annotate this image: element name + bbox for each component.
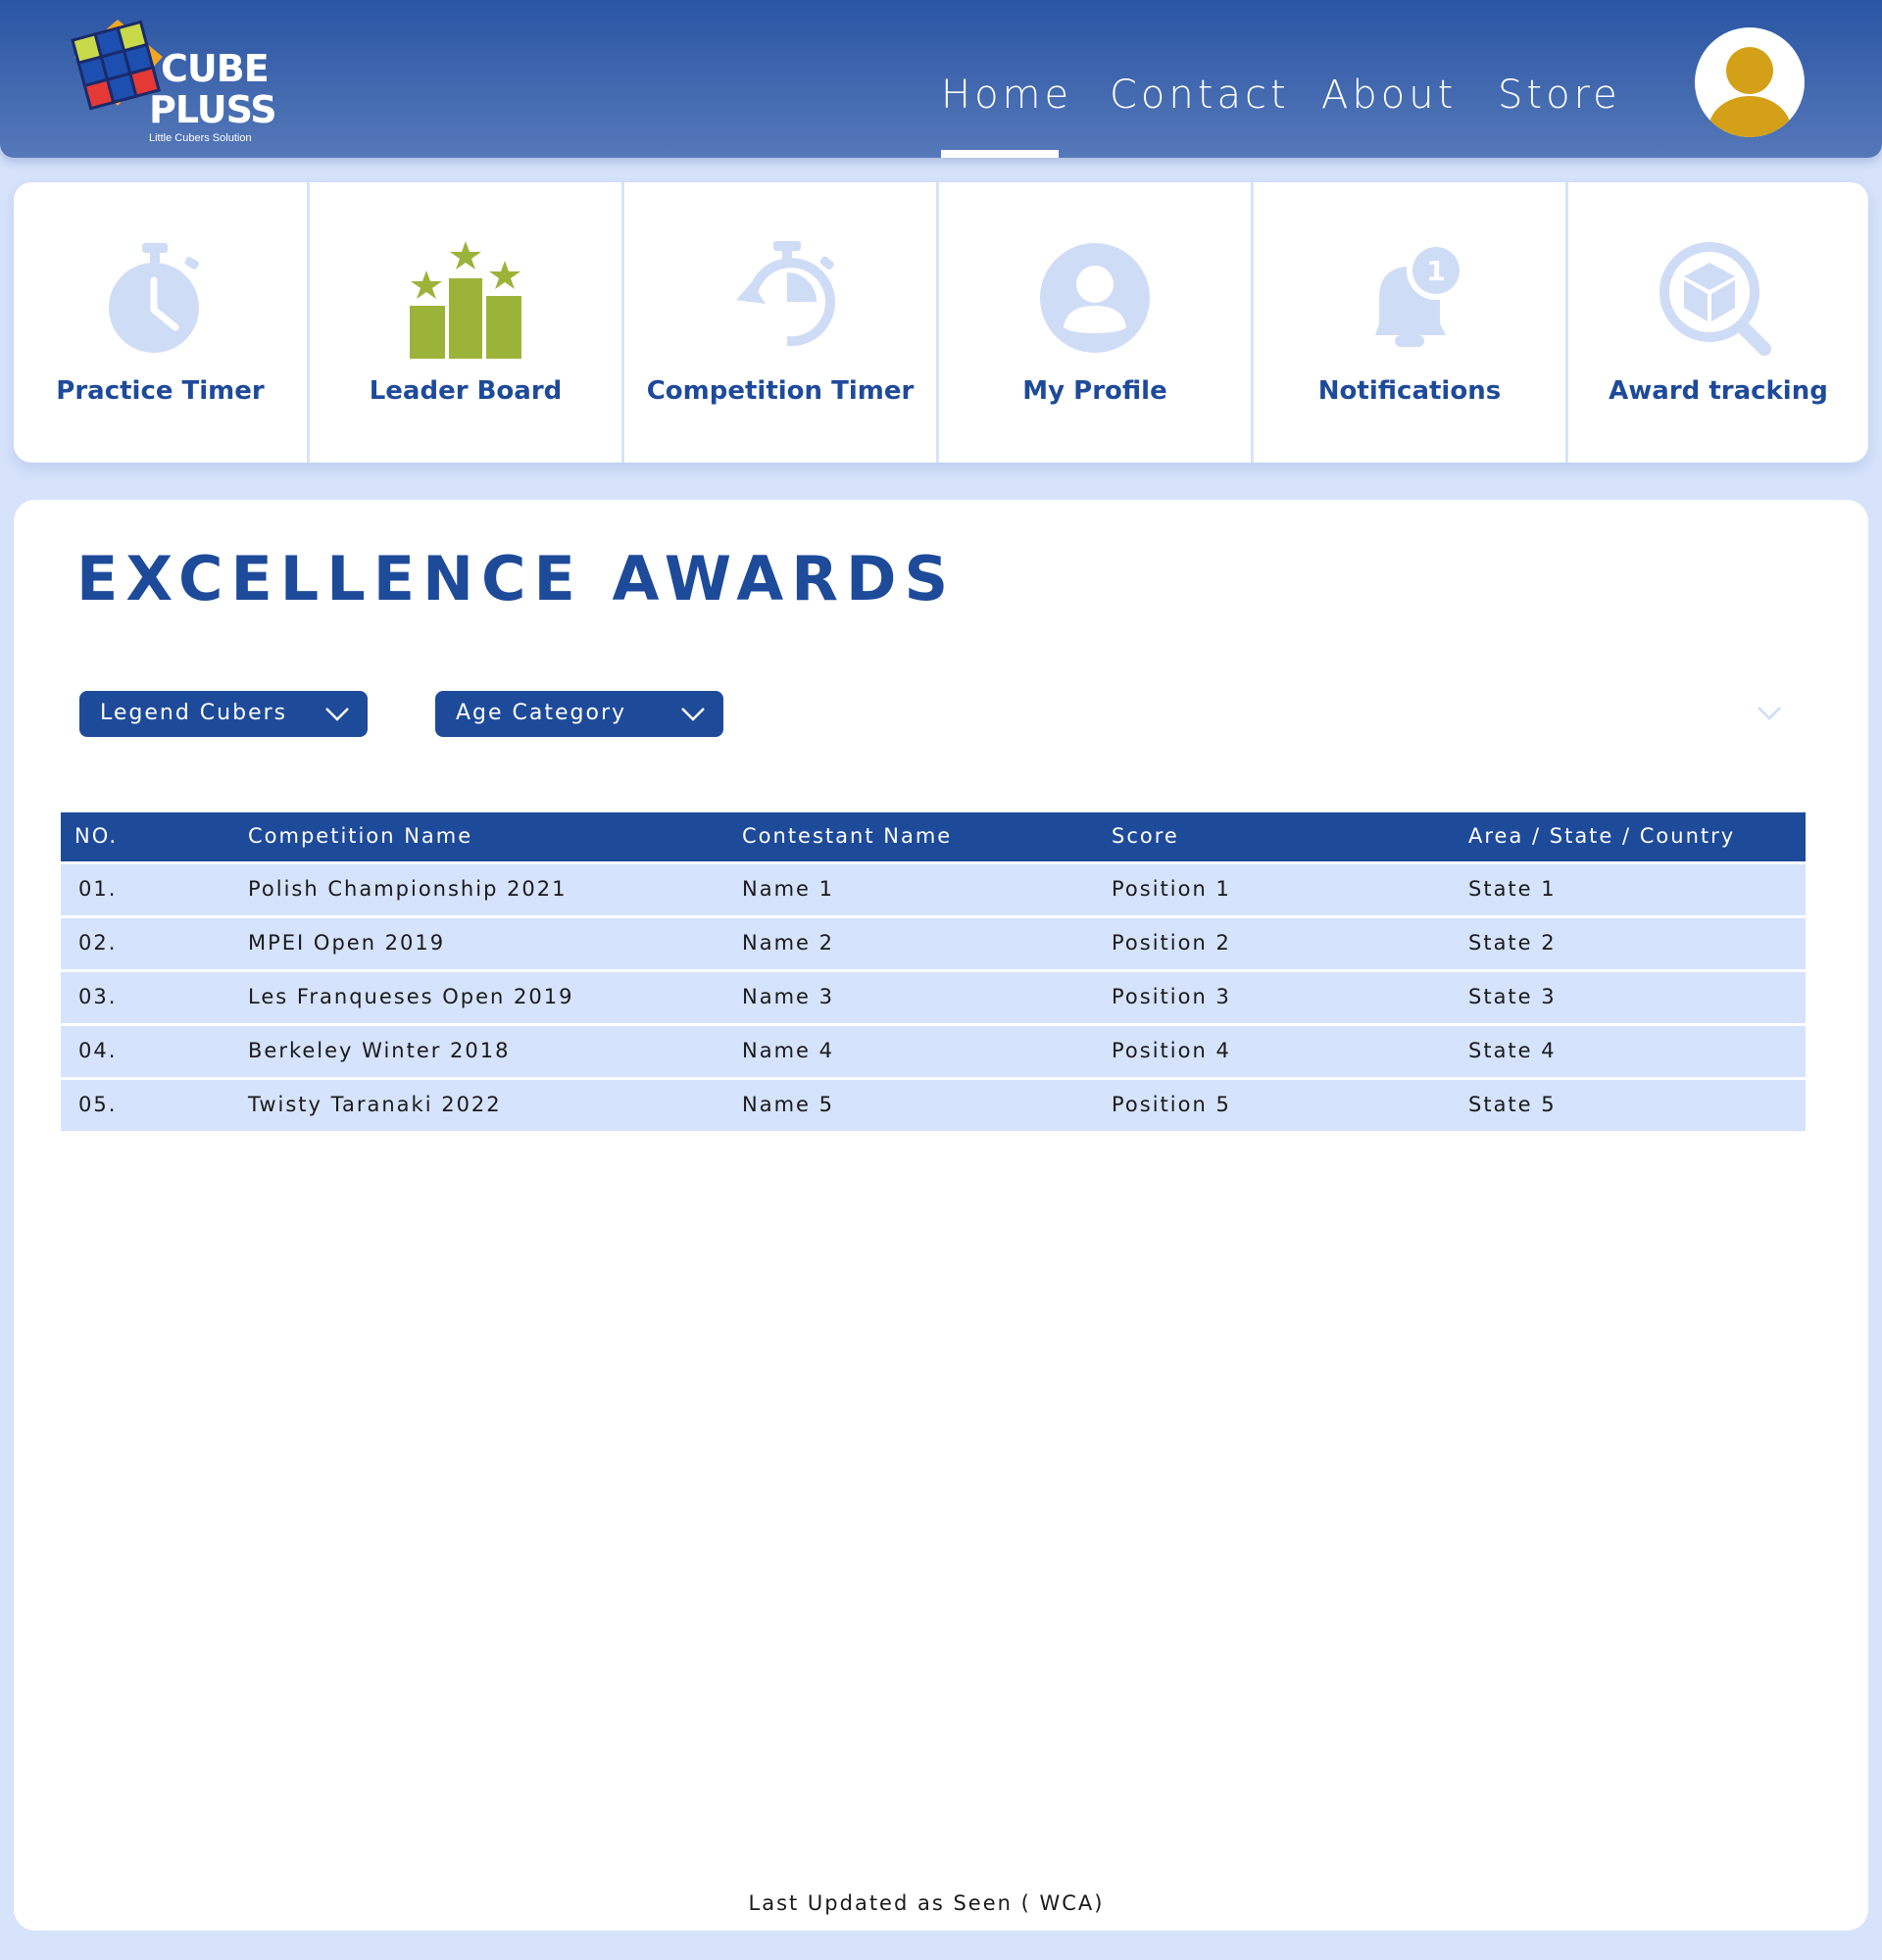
chevron-down-icon[interactable] — [1757, 704, 1782, 723]
column-header-contestant[interactable]: Contestant Name — [742, 824, 952, 848]
dropdown-label: Legend Cubers — [100, 701, 288, 725]
feature-label: Notifications — [1317, 376, 1502, 406]
age-category-dropdown[interactable]: Age Category — [435, 691, 723, 737]
cell-contestant: Name 3 — [742, 985, 834, 1008]
svg-text:1: 1 — [1426, 255, 1445, 287]
nav-active-indicator — [941, 150, 1059, 158]
dropdown-label: Age Category — [456, 701, 627, 725]
nav-about[interactable]: About — [1321, 73, 1457, 118]
cell-no: 01. — [78, 877, 118, 901]
profile-icon — [1031, 237, 1159, 365]
cell-score: Position 3 — [1112, 985, 1231, 1008]
cell-no: 02. — [78, 931, 118, 955]
cell-contestant: Name 4 — [742, 1039, 834, 1062]
feature-leader-board[interactable]: Leader Board — [310, 182, 624, 463]
cell-score: Position 1 — [1112, 877, 1231, 901]
cell-competition: Les Franqueses Open 2019 — [248, 985, 574, 1008]
cell-competition: Berkeley Winter 2018 — [248, 1039, 511, 1062]
user-avatar-icon[interactable] — [1695, 27, 1805, 137]
last-updated-note: Last Updated as Seen ( WCA) — [748, 1891, 1105, 1915]
column-header-score[interactable]: Score — [1112, 824, 1179, 848]
cell-area: State 5 — [1468, 1093, 1557, 1116]
feature-label: Competition Timer — [646, 376, 915, 406]
cell-competition: Polish Championship 2021 — [248, 877, 568, 901]
feature-label: Award tracking — [1609, 376, 1828, 406]
awards-table: NO. Competition Name Contestant Name Sco… — [61, 812, 1806, 1131]
podium-stars-icon — [402, 237, 529, 365]
legend-cubers-dropdown[interactable]: Legend Cubers — [79, 691, 368, 737]
feature-competition-timer[interactable]: Competition Timer — [624, 182, 939, 463]
feature-label: Leader Board — [369, 376, 563, 406]
nav-contact[interactable]: Contact — [1110, 73, 1290, 118]
cell-area: State 1 — [1468, 877, 1557, 901]
timer-reset-icon — [722, 237, 850, 365]
cell-score: Position 2 — [1112, 931, 1231, 955]
cell-no: 05. — [78, 1093, 118, 1116]
cell-contestant: Name 5 — [742, 1093, 834, 1116]
column-header-competition[interactable]: Competition Name — [248, 824, 472, 848]
nav-home[interactable]: Home — [941, 73, 1072, 118]
table-row[interactable]: 04. Berkeley Winter 2018 Name 4 Position… — [61, 1026, 1806, 1077]
feature-label: Practice Timer — [56, 376, 265, 406]
table-row[interactable]: 01. Polish Championship 2021 Name 1 Posi… — [61, 864, 1806, 915]
cell-area: State 3 — [1468, 985, 1557, 1008]
cell-score: Position 5 — [1112, 1093, 1231, 1116]
cell-area: State 4 — [1468, 1039, 1557, 1062]
awards-panel: EXCELLENCE AWARDS Legend Cubers Age Cate… — [14, 500, 1868, 1931]
table-header-row: NO. Competition Name Contestant Name Sco… — [61, 812, 1806, 861]
cell-no: 03. — [78, 985, 118, 1008]
page-title: EXCELLENCE AWARDS — [76, 543, 957, 614]
table-row[interactable]: 02. MPEI Open 2019 Name 2 Position 2 Sta… — [61, 918, 1806, 969]
logo-text-pluss: PLUSS — [149, 88, 277, 131]
chevron-down-icon — [680, 705, 706, 724]
feature-practice-timer[interactable]: Practice Timer — [14, 182, 310, 463]
nav-store[interactable]: Store — [1498, 73, 1621, 118]
cell-no: 04. — [78, 1039, 118, 1062]
feature-my-profile[interactable]: My Profile — [939, 182, 1254, 463]
cell-contestant: Name 2 — [742, 931, 834, 955]
cell-competition: MPEI Open 2019 — [248, 931, 446, 955]
cube-search-icon — [1655, 237, 1782, 365]
chevron-down-icon — [324, 705, 350, 724]
column-header-area[interactable]: Area / State / Country — [1468, 824, 1735, 848]
table-row[interactable]: 03. Les Franqueses Open 2019 Name 3 Posi… — [61, 972, 1806, 1023]
feature-notifications[interactable]: 1 Notifications — [1254, 182, 1568, 463]
cell-area: State 2 — [1468, 931, 1557, 955]
feature-nav-bar: Practice Timer Leader Board Competition … — [14, 182, 1868, 463]
top-header: CUBE PLUSS Little Cubers Solution Home C… — [0, 0, 1882, 158]
table-row[interactable]: 05. Twisty Taranaki 2022 Name 5 Position… — [61, 1080, 1806, 1131]
cell-competition: Twisty Taranaki 2022 — [248, 1093, 502, 1116]
stopwatch-icon — [91, 237, 219, 365]
logo-text-cube: CUBE — [161, 47, 270, 90]
cell-score: Position 4 — [1112, 1039, 1231, 1062]
column-header-no[interactable]: NO. — [74, 824, 118, 848]
feature-award-tracking[interactable]: Award tracking — [1568, 182, 1868, 463]
cube-pluss-logo[interactable]: CUBE PLUSS Little Cubers Solution — [67, 18, 277, 145]
cell-contestant: Name 1 — [742, 877, 834, 901]
logo-tagline: Little Cubers Solution — [149, 132, 252, 144]
bell-badge-icon: 1 — [1346, 237, 1473, 365]
feature-label: My Profile — [1022, 376, 1167, 406]
